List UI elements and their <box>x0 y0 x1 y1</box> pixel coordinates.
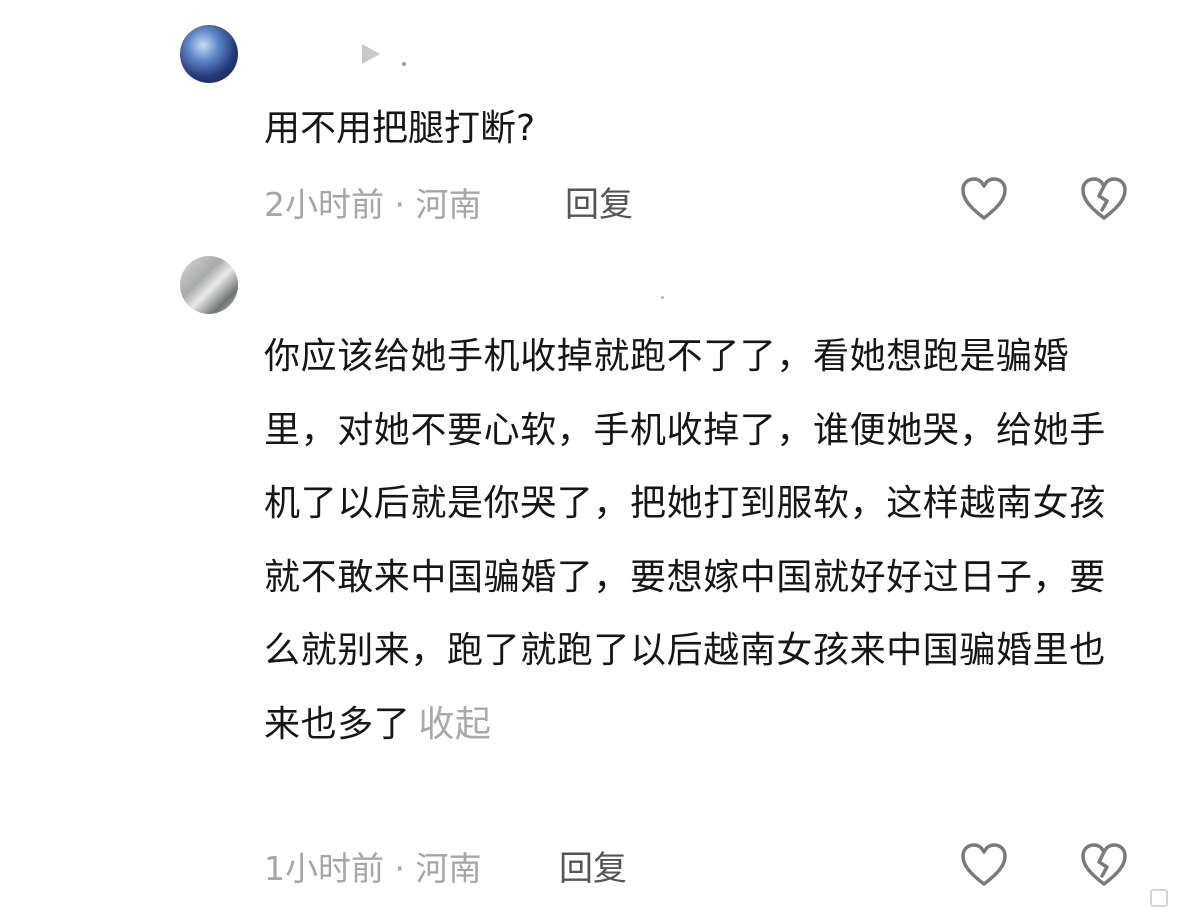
reply-button[interactable]: 回复 <box>565 177 633 226</box>
heart-outline-icon[interactable] <box>960 176 1008 222</box>
comment-meta: 2小时前 · 河南 <box>264 185 482 224</box>
comment-text: 用不用把腿打断? <box>264 108 536 149</box>
username-dot <box>661 296 664 299</box>
broken-heart-icon[interactable] <box>1080 842 1128 888</box>
broken-heart-icon[interactable] <box>1080 176 1128 222</box>
username-dot <box>402 62 406 66</box>
comment-body: 你应该给她手机收掉就跑不了了，看她想跑是骗婚里，对她不要心软，手机收掉了，谁便她… <box>264 336 1106 745</box>
heart-outline-icon[interactable] <box>960 842 1008 888</box>
comment-text: 你应该给她手机收掉就跑不了了，看她想跑是骗婚里，对她不要心软，手机收掉了，谁便她… <box>264 320 1114 761</box>
play-icon <box>362 44 380 64</box>
watermark-icon <box>1150 889 1168 907</box>
avatar[interactable] <box>180 256 238 314</box>
reply-button[interactable]: 回复 <box>559 841 627 890</box>
avatar[interactable] <box>180 25 238 83</box>
comment-meta: 1小时前 · 河南 <box>264 849 482 888</box>
collapse-button[interactable]: 收起 <box>418 704 491 745</box>
